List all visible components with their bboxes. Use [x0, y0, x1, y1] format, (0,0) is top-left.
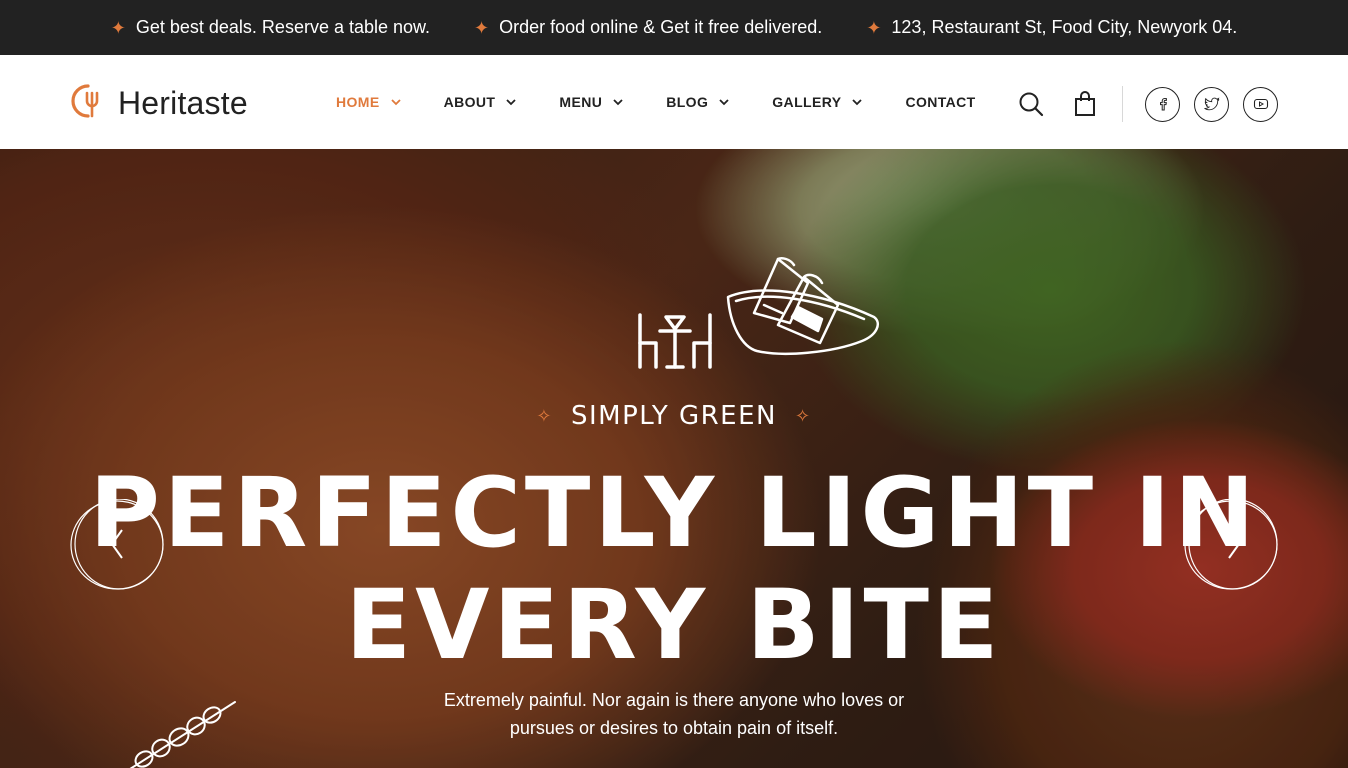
logo-icon [68, 82, 106, 125]
chevron-right-icon [1184, 498, 1278, 590]
slider-next-button[interactable] [1184, 498, 1280, 591]
restaurant-emblem-icon [638, 257, 879, 369]
topbar-text: 123, Restaurant St, Food City, Newyork 0… [891, 17, 1238, 37]
nav-label: HOME [336, 94, 380, 110]
youtube-icon [1253, 98, 1268, 110]
header-actions [1016, 86, 1292, 122]
chevron-down-icon [852, 99, 863, 106]
topbar-item-deals: ✦ Get best deals. Reserve a table now. [111, 17, 430, 38]
twitter-link[interactable] [1194, 86, 1229, 122]
search-icon [1019, 92, 1044, 117]
nav-label: MENU [559, 94, 603, 110]
logo-text: Heritaste [118, 85, 248, 121]
topbar-text: Order food online & Get it free delivere… [499, 17, 823, 37]
hero-tagline: ✧ SIMPLY GREEN ✧ [0, 401, 1348, 431]
nav-label: CONTACT [905, 94, 976, 110]
sparkle-icon: ✦ [110, 17, 126, 38]
hero-headline: PERFECTLY LIGHT IN EVERY BITE [0, 457, 1348, 681]
nav-item-about[interactable]: ABOUT [444, 94, 518, 110]
main-nav: HOME ABOUT MENU BLOG GALLERY CONTACT [336, 55, 976, 149]
site-header: Heritaste HOME ABOUT MENU BLOG GALLERY C… [0, 55, 1348, 149]
chevron-down-icon [390, 99, 401, 106]
nav-item-home[interactable]: HOME [336, 94, 402, 110]
sparkle-icon: ✦ [866, 17, 882, 38]
top-info-bar: ✦ Get best deals. Reserve a table now. ✦… [0, 0, 1348, 55]
hero-headline-line2: EVERY BITE [345, 569, 1003, 681]
hero-headline-line1: PERFECTLY LIGHT IN [89, 457, 1259, 569]
topbar-item-address: ✦ 123, Restaurant St, Food City, Newyork… [866, 17, 1237, 38]
chevron-left-icon [70, 498, 164, 590]
sparkle-icon: ✧ [536, 405, 553, 427]
search-button[interactable] [1016, 89, 1046, 119]
youtube-link[interactable] [1243, 86, 1278, 122]
facebook-icon [1159, 97, 1167, 111]
sparkle-icon: ✧ [794, 405, 812, 427]
hero-tagline-text: SIMPLY GREEN [571, 401, 777, 431]
site-logo[interactable]: Heritaste [68, 82, 248, 125]
cart-button[interactable] [1070, 89, 1100, 119]
nav-label: GALLERY [772, 94, 842, 110]
sparkle-icon: ✦ [474, 17, 490, 38]
nav-label: BLOG [666, 94, 709, 110]
slider-prev-button[interactable] [70, 498, 166, 591]
skewer-illustration-icon [129, 701, 236, 768]
nav-item-blog[interactable]: BLOG [666, 94, 730, 110]
topbar-text: Get best deals. Reserve a table now. [135, 17, 431, 37]
nav-item-menu[interactable]: MENU [559, 94, 624, 110]
header-divider [1122, 86, 1123, 122]
chevron-down-icon [719, 99, 729, 106]
topbar-item-delivery: ✦ Order food online & Get it free delive… [474, 17, 822, 38]
chevron-down-icon [613, 99, 623, 106]
nav-label: ABOUT [443, 94, 496, 110]
twitter-icon [1203, 97, 1219, 111]
chevron-down-icon [506, 99, 517, 106]
shopping-bag-icon [1075, 91, 1095, 116]
nav-item-contact[interactable]: CONTACT [905, 94, 975, 110]
nav-item-gallery[interactable]: GALLERY [772, 94, 863, 110]
facebook-link[interactable] [1145, 86, 1180, 122]
hero-slider: ✧ SIMPLY GREEN ✧ PERFECTLY LIGHT IN EVER… [0, 149, 1348, 768]
